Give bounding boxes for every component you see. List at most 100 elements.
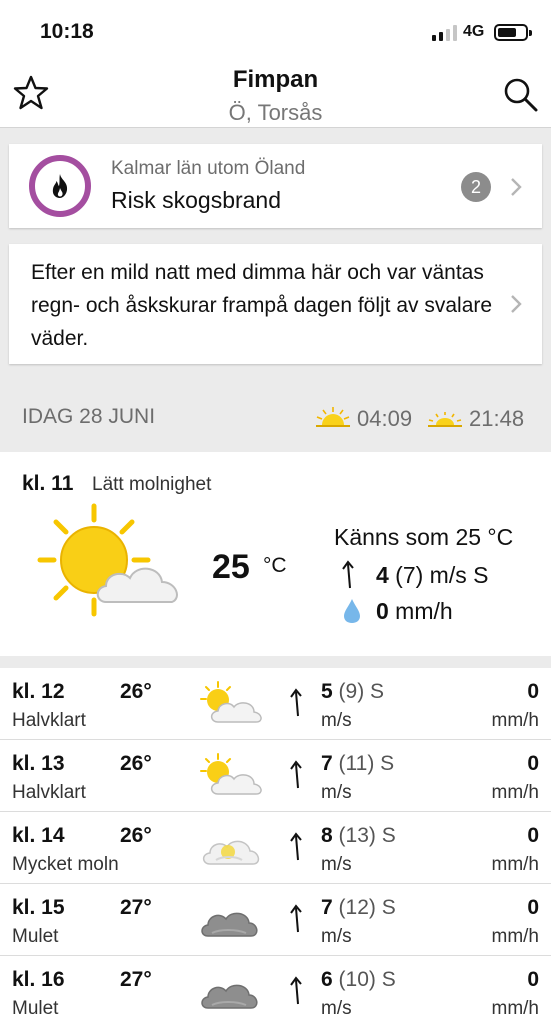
hourly-row[interactable]: kl. 14 Mycket moln 26° 8 (13) S m/s 0 mm/h — [0, 812, 551, 884]
hourly-wind-speed: 5 — [321, 680, 333, 703]
hourly-wind-unit: m/s — [321, 926, 352, 947]
signal-icon — [432, 25, 458, 41]
sunrise-icon — [316, 407, 350, 427]
hourly-wind-gust: (10) S — [332, 968, 396, 991]
hourly-condition: Halvklart — [12, 782, 86, 803]
hourly-precipitation-unit: mm/h — [491, 854, 540, 875]
hourly-row[interactable]: kl. 16 Mulet 27° 6 (10) S m/s 0 mm/h — [0, 956, 551, 1024]
current-precipitation-value: 0 — [376, 598, 389, 624]
hourly-row[interactable]: kl. 12 Halvklart 26° 5 (9) S m/s 0 mm/h — [0, 668, 551, 740]
hourly-precipitation: 0 — [527, 752, 539, 775]
hourly-wind: 8 (13) S — [321, 824, 396, 848]
hourly-precipitation: 0 — [527, 680, 539, 703]
hourly-wind: 7 (12) S — [321, 896, 396, 920]
current-temperature: 25 — [212, 548, 250, 586]
hourly-condition: Mulet — [12, 998, 59, 1019]
hourly-wind-speed: 7 — [321, 752, 333, 775]
warning-region: Kalmar län utom Öland — [111, 158, 306, 179]
sunset-icon — [428, 412, 462, 427]
hourly-wind: 6 (10) S — [321, 968, 396, 992]
warning-card[interactable]: Kalmar län utom Öland Risk skogsbrand 2 — [9, 144, 542, 228]
hourly-precipitation: 0 — [527, 896, 539, 919]
fire-icon — [52, 174, 68, 198]
hourly-hour: kl. 14 — [12, 824, 65, 847]
battery-icon — [494, 24, 532, 41]
status-time: 10:18 — [40, 20, 94, 43]
current-hour: kl. 11 — [22, 472, 74, 495]
chevron-right-icon — [511, 295, 522, 313]
hourly-wind: 5 (9) S — [321, 680, 384, 704]
wind-arrow-icon — [290, 760, 302, 789]
hourly-hour: kl. 15 — [12, 896, 65, 919]
hourly-hour: kl. 16 — [12, 968, 65, 991]
hourly-precipitation-unit: mm/h — [491, 926, 540, 947]
day-label: IDAG 28 JUNI — [22, 405, 156, 428]
status-bar: 10:18 4G — [0, 0, 551, 60]
search-icon[interactable] — [502, 76, 540, 114]
hourly-row[interactable]: kl. 13 Halvklart 26° 7 (11) S m/s 0 mm/h — [0, 740, 551, 812]
hourly-wind-unit: m/s — [321, 782, 352, 803]
wind-arrow-icon — [342, 560, 354, 589]
hourly-wind-gust: (9) S — [332, 680, 385, 703]
hourly-row[interactable]: kl. 15 Mulet 27° 7 (12) S m/s 0 mm/h — [0, 884, 551, 956]
wind-arrow-icon — [290, 976, 302, 1005]
warning-badge — [29, 155, 91, 217]
wind-arrow-icon — [290, 832, 302, 861]
hourly-wind-speed: 6 — [321, 968, 333, 991]
hourly-precipitation: 0 — [527, 968, 539, 991]
hourly-hour: kl. 12 — [12, 680, 65, 703]
warning-title: Risk skogsbrand — [111, 187, 282, 213]
current-wind: 4 (7) m/s S — [376, 562, 488, 589]
feels-like: Känns som 25 °C — [334, 524, 514, 550]
location-title: Fimpan — [232, 66, 319, 93]
hourly-wind-speed: 8 — [321, 824, 333, 847]
network-label: 4G — [463, 23, 485, 40]
wind-arrow-icon — [290, 904, 302, 933]
hourly-precipitation-unit: mm/h — [491, 782, 540, 803]
hourly-precipitation-unit: mm/h — [491, 998, 540, 1019]
chevron-right-icon — [511, 178, 522, 196]
overcast-icon — [201, 912, 258, 937]
overcast-icon — [201, 984, 258, 1009]
hourly-temperature: 26° — [120, 824, 152, 847]
hourly-hour: kl. 13 — [12, 752, 65, 775]
hourly-temperature: 26° — [120, 752, 152, 775]
sun-cloud-icon — [37, 503, 178, 617]
sunset-time: 21:48 — [469, 406, 525, 431]
current-wind-detail: (7) m/s S — [388, 562, 489, 588]
location-subtitle: Ö, Torsås — [228, 100, 323, 125]
hourly-precipitation-unit: mm/h — [491, 710, 540, 731]
raindrop-icon — [344, 599, 360, 623]
hourly-precipitation: 0 — [527, 824, 539, 847]
hourly-forecast-list[interactable]: kl. 12 Halvklart 26° 5 (9) S m/s 0 mm/h kl. 13 H… — [0, 668, 551, 1024]
hourly-wind-speed: 7 — [321, 896, 333, 919]
partly-sunny-icon — [200, 681, 262, 723]
sunrise-time: 04:09 — [357, 406, 413, 431]
current-temperature-unit: °C — [263, 554, 287, 577]
hourly-temperature: 27° — [120, 896, 152, 919]
hourly-wind: 7 (11) S — [321, 752, 394, 776]
location-header: Fimpan Ö, Torsås — [0, 60, 551, 128]
hourly-wind-gust: (12) S — [332, 896, 396, 919]
forecast-summary-text: Efter en mild natt med dimma här och var… — [31, 261, 493, 350]
current-precipitation-unit: mm/h — [388, 598, 453, 624]
partly-sunny-icon — [200, 753, 262, 795]
current-precipitation: 0 mm/h — [376, 598, 453, 625]
hourly-condition: Mulet — [12, 926, 59, 947]
hourly-wind-gust: (11) S — [332, 752, 395, 775]
current-weather[interactable]: kl. 11 Lätt molnighet 25 °C Känns som 25… — [0, 452, 551, 656]
current-wind-speed: 4 — [376, 562, 389, 588]
hourly-condition: Halvklart — [12, 710, 86, 731]
hourly-temperature: 26° — [120, 680, 152, 703]
wind-arrow-icon — [290, 688, 302, 717]
hourly-wind-gust: (13) S — [332, 824, 396, 847]
hourly-wind-unit: m/s — [321, 710, 352, 731]
current-condition: Lätt molnighet — [92, 474, 212, 495]
hourly-wind-unit: m/s — [321, 854, 352, 875]
hourly-condition: Mycket moln — [12, 854, 119, 875]
hourly-wind-unit: m/s — [321, 998, 352, 1019]
forecast-summary-card[interactable]: Efter en mild natt med dimma här och var… — [9, 244, 542, 364]
hourly-temperature: 27° — [120, 968, 152, 991]
day-header: IDAG 28 JUNI 04:09 21:48 — [0, 380, 551, 452]
warning-count-badge: 2 — [461, 172, 491, 202]
